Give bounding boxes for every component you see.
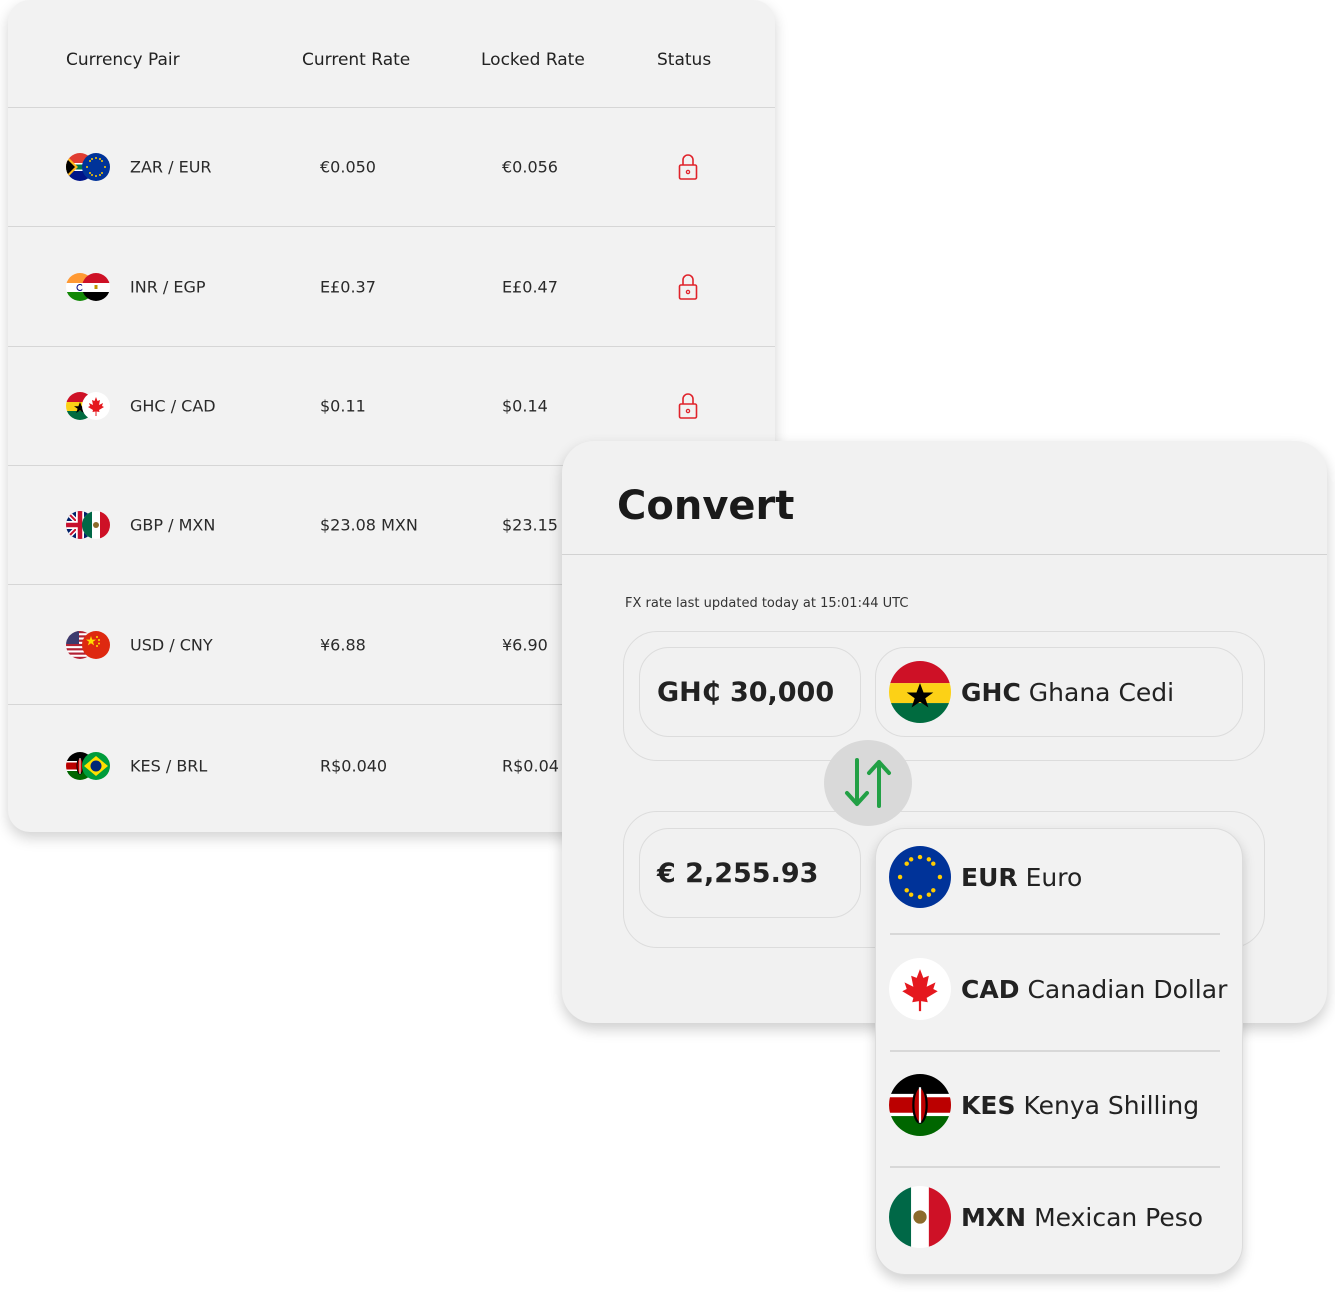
option-name: Kenya Shilling [1023,1090,1200,1120]
from-currency-code: GHC [961,677,1021,707]
dropdown-option-kes[interactable]: KES Kenya Shilling [889,1074,1199,1136]
mx-flag-icon [82,511,110,539]
fx-rate-note: FX rate last updated today at 15:01:44 U… [625,596,909,611]
locked-rate: R$0.04 [502,756,559,775]
locked-rate: €0.056 [502,157,558,177]
locked-rate: $0.14 [502,396,548,416]
dropdown-option-eur[interactable]: EUR Euro [889,846,1082,908]
swap-vertical-arrows-icon [845,758,891,808]
current-rate: E£0.37 [320,277,376,297]
dropdown-divider [890,1050,1220,1052]
current-rate: R$0.040 [320,756,388,775]
option-code: MXN [961,1202,1027,1232]
ke-flag-icon [889,1074,951,1136]
header-current-rate: Current Rate [302,50,411,70]
table-row[interactable]: ZAR / EUR €0.050 €0.056 [8,108,775,227]
current-rate: ¥6.88 [320,635,366,655]
divider [562,554,1327,555]
cn-flag-icon [82,631,110,659]
lock-icon[interactable] [678,153,698,181]
locked-rate: $23.15 [502,515,558,535]
currency-dropdown: EUR Euro CAD Canadian Dollar KES Kenya Shilli… [875,828,1243,1275]
option-name: Canadian Dollar [1027,974,1228,1004]
table-row[interactable]: INR / EGP E£0.37 E£0.47 [8,228,775,347]
ghana-flag-icon [889,661,951,723]
from-amount-input[interactable]: GH₵ 30,000 [639,647,861,737]
currency-pair: KES / BRL [130,756,208,775]
header-currency-pair: Currency Pair [66,50,180,70]
ca-flag-icon [889,958,951,1020]
locked-rate: ¥6.90 [502,635,548,655]
locked-rate: E£0.47 [502,277,558,297]
option-code: EUR [961,862,1018,892]
currency-pair: ZAR / EUR [130,157,212,177]
table-header: Currency Pair Current Rate Locked Rate S… [8,0,775,108]
convert-title: Convert [617,483,795,529]
header-locked-rate: Locked Rate [481,50,585,70]
pair-flags [66,392,112,420]
header-status: Status [657,50,712,70]
to-amount-input[interactable]: € 2,255.93 [639,828,861,918]
eg-flag-icon [82,273,110,301]
current-rate: $23.08 MXN [320,515,418,535]
ca-flag-icon [82,392,110,420]
dropdown-option-cad[interactable]: CAD Canadian Dollar [889,958,1227,1020]
mx-flag-icon [889,1186,951,1248]
current-rate: €0.050 [320,157,376,177]
currency-pair: INR / EGP [130,277,206,297]
option-name: Mexican Peso [1034,1202,1204,1232]
lock-icon[interactable] [678,392,698,420]
from-currency-name: Ghana Cedi [1028,677,1175,707]
option-code: CAD [961,974,1020,1004]
dropdown-divider [890,933,1220,935]
lock-icon[interactable] [678,273,698,301]
current-rate: $0.11 [320,396,366,416]
pair-flags [66,752,112,780]
br-flag-icon [82,752,110,780]
option-code: KES [961,1090,1016,1120]
from-currency-select[interactable]: GHC Ghana Cedi [875,647,1243,737]
currency-pair: GHC / CAD [130,396,216,416]
pair-flags [66,153,112,181]
swap-button[interactable] [824,740,912,826]
pair-flags [66,511,112,539]
dropdown-option-mxn[interactable]: MXN Mexican Peso [889,1186,1203,1248]
eu-flag-icon [889,846,951,908]
option-name: Euro [1025,862,1083,892]
pair-flags [66,631,112,659]
from-group: GH₵ 30,000 GHC Ghana Cedi [623,631,1265,761]
dropdown-divider [890,1166,1220,1168]
pair-flags [66,273,112,301]
currency-pair: USD / CNY [130,635,213,655]
eu-flag-icon [82,153,110,181]
currency-pair: GBP / MXN [130,515,216,535]
